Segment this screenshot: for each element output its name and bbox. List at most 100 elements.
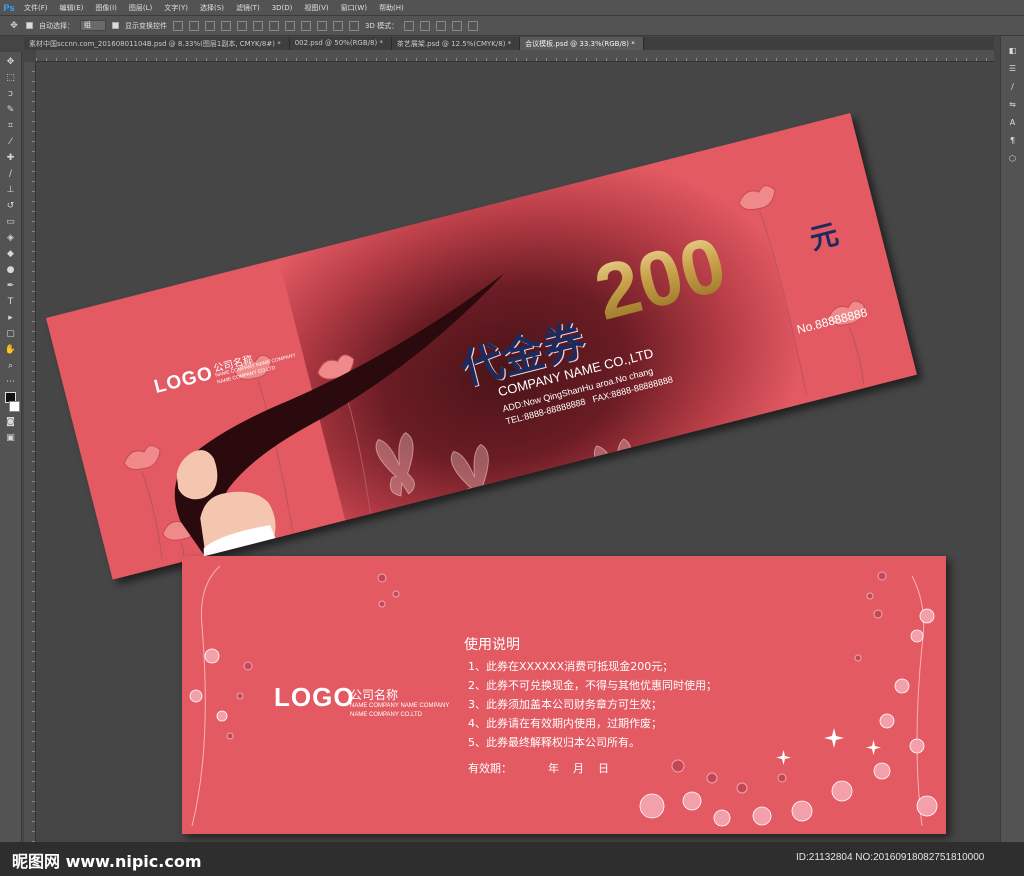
menu-image[interactable]: 图像(I)	[89, 3, 123, 13]
rule-1: 1、此券在XXXXXX消费可抵现金200元；	[468, 660, 674, 673]
brush-icon[interactable]: ∕	[5, 168, 17, 180]
distribute-bottom-icon[interactable]	[301, 20, 311, 31]
pen-icon[interactable]: ✒	[5, 280, 17, 292]
rose-icon	[216, 710, 228, 722]
3d-scale-icon[interactable]	[468, 20, 479, 31]
blur-icon[interactable]: ◆	[5, 248, 17, 260]
lasso-icon[interactable]: ↄ	[5, 88, 17, 100]
menu-3d[interactable]: 3D(D)	[266, 4, 299, 12]
eyedropper-icon[interactable]: ⁄	[5, 136, 17, 148]
auto-select-dropdown[interactable]: 组	[80, 20, 106, 31]
eraser-icon[interactable]: ▭	[5, 216, 17, 228]
rose-icon	[909, 738, 925, 754]
butterfly-icon	[375, 432, 415, 497]
bucket-icon[interactable]: ◈	[5, 232, 17, 244]
align-right-icon[interactable]	[253, 20, 263, 31]
distribute-right-icon[interactable]	[349, 20, 359, 31]
align-left-icon[interactable]	[221, 20, 231, 31]
photoshop-logo-icon[interactable]: Ps	[0, 0, 18, 16]
menu-edit[interactable]: 编辑(E)	[54, 3, 90, 13]
properties-panel-icon[interactable]: ☰	[1007, 64, 1019, 74]
bubble-icon	[854, 654, 862, 662]
nipic-watermark: 昵图网 www.nipic.com	[12, 852, 202, 871]
marquee-icon[interactable]: ⬚	[5, 72, 17, 84]
bubble-icon	[226, 732, 234, 740]
sparkle-icon	[824, 728, 844, 748]
background-color-swatch[interactable]	[9, 401, 20, 412]
more-tools-icon[interactable]: ⋯	[5, 376, 17, 388]
rose-icon	[879, 713, 895, 729]
character-panel-icon[interactable]: A	[1007, 118, 1019, 128]
quick-select-icon[interactable]: ✎	[5, 104, 17, 116]
brush-panel-icon[interactable]: ∕	[1007, 82, 1019, 92]
back-company-cn: 公司名称	[350, 688, 399, 702]
distribute-top-icon[interactable]	[269, 20, 279, 31]
rose-icon	[894, 678, 910, 694]
zoom-icon[interactable]: ⌕	[5, 360, 17, 372]
menu-view[interactable]: 视图(V)	[298, 3, 334, 13]
move-icon[interactable]: ✥	[5, 56, 17, 68]
tab-doc-3[interactable]: 茶艺展架.psd @ 12.5%(CMYK/8) *	[392, 37, 521, 50]
move-tool-icon[interactable]: ✥	[8, 20, 20, 32]
type-icon[interactable]: T	[5, 296, 17, 308]
menu-filter[interactable]: 滤镜(T)	[230, 3, 266, 13]
menu-file[interactable]: 文件(F)	[18, 3, 54, 13]
3d-pan-icon[interactable]	[436, 20, 447, 31]
tools-panel: ✥ ⬚ ↄ ✎ ⌗ ⁄ ✚ ∕ ⊥ ↺ ▭ ◈ ◆ ● ✒ T ▸ ▢ ✋ ⌕ …	[0, 52, 22, 842]
hand-icon[interactable]: ✋	[5, 344, 17, 356]
horizontal-ruler[interactable]	[36, 50, 994, 62]
distribute-middle-icon[interactable]	[285, 20, 295, 31]
healing-icon[interactable]: ✚	[5, 152, 17, 164]
rose-icon	[204, 648, 220, 664]
bubble-icon	[243, 661, 253, 671]
tab-doc-4[interactable]: 会议模板.psd @ 33.3%(RGB/8) *	[520, 37, 644, 50]
right-panel-dock: ◧ ☰ ∕ ⇋ A ¶ ⬡	[1000, 36, 1024, 842]
paragraph-panel-icon[interactable]: ¶	[1007, 136, 1019, 146]
history-brush-icon[interactable]: ↺	[5, 200, 17, 212]
quick-mask-icon[interactable]: ◙	[5, 416, 17, 428]
vertical-ruler[interactable]	[24, 62, 36, 842]
bubble-icon	[877, 571, 887, 581]
tab-doc-1[interactable]: 素材中国sccnn.com_20160801104B.psd @ 8.33%(图…	[24, 37, 290, 50]
instructions-heading: 使用说明	[464, 637, 520, 653]
sparkle-icon	[776, 750, 791, 765]
history-panel-icon[interactable]: ◧	[1007, 46, 1019, 56]
bubble-icon	[706, 772, 718, 784]
3d-mode-label: 3D 模式：	[365, 21, 399, 30]
rose-icon	[916, 795, 938, 817]
menu-type[interactable]: 文字(Y)	[158, 3, 194, 13]
align-top-icon[interactable]	[173, 20, 183, 31]
3d-rotate-icon[interactable]	[404, 20, 415, 31]
adjust-panel-icon[interactable]: ⇋	[1007, 100, 1019, 110]
3d-panel-icon[interactable]: ⬡	[1007, 154, 1019, 164]
align-middle-icon[interactable]	[189, 20, 199, 31]
menu-window[interactable]: 窗口(W)	[335, 3, 373, 13]
align-bottom-icon[interactable]	[205, 20, 215, 31]
shape-icon[interactable]: ▢	[5, 328, 17, 340]
back-logo: LOGO	[274, 682, 355, 712]
menu-layer[interactable]: 图层(L)	[123, 3, 158, 13]
menu-help[interactable]: 帮助(H)	[373, 3, 410, 13]
tab-doc-2[interactable]: 002.psd @ 50%(RGB/8) *	[290, 37, 392, 50]
3d-roll-icon[interactable]	[420, 20, 431, 31]
menu-select[interactable]: 选择(S)	[194, 3, 230, 13]
distribute-center-icon[interactable]	[333, 20, 343, 31]
voucher-back-card: LOGO 公司名称 NAME COMPANY NAME COMPANY NAME…	[182, 556, 946, 834]
validity-label: 有效期：	[468, 762, 512, 775]
distribute-left-icon[interactable]	[317, 20, 327, 31]
rose-icon	[831, 780, 853, 802]
document-tab-bar: 素材中国sccnn.com_20160801104B.psd @ 8.33%(图…	[24, 37, 994, 50]
show-transform-checkbox[interactable]	[112, 22, 119, 29]
rose-icon	[873, 762, 891, 780]
dodge-icon[interactable]: ●	[5, 264, 17, 276]
stamp-icon[interactable]: ⊥	[5, 184, 17, 196]
align-center-icon[interactable]	[237, 20, 247, 31]
rule-3: 3、此券须加盖本公司财务章方可生效；	[468, 698, 662, 711]
bubble-icon	[866, 592, 874, 600]
rose-icon	[791, 800, 813, 822]
crop-icon[interactable]: ⌗	[5, 120, 17, 132]
path-select-icon[interactable]: ▸	[5, 312, 17, 324]
3d-slide-icon[interactable]	[452, 20, 463, 31]
auto-select-checkbox[interactable]	[26, 22, 33, 29]
screen-mode-icon[interactable]: ▣	[5, 432, 17, 444]
